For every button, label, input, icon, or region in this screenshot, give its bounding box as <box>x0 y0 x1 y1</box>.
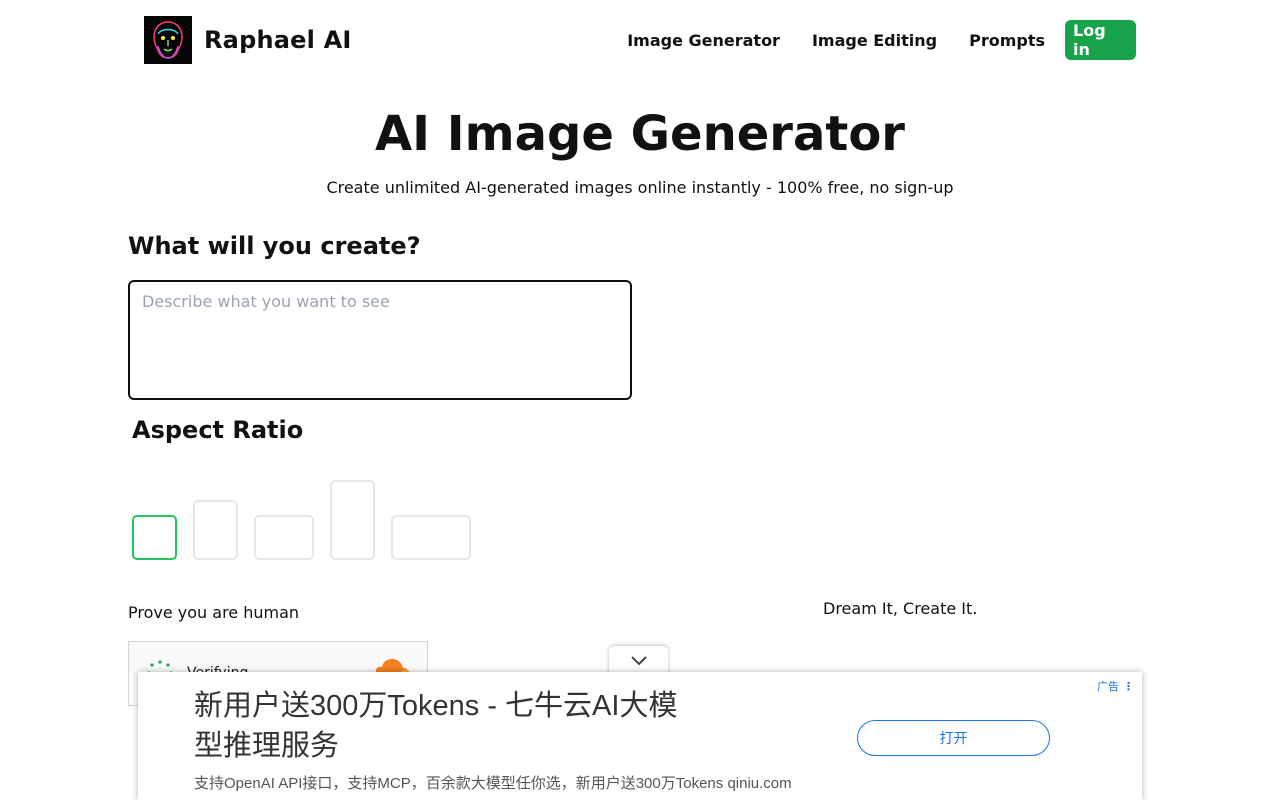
nav-image-editing[interactable]: Image Editing <box>812 31 937 50</box>
ratio-option-portrait[interactable] <box>193 500 238 560</box>
more-options-icon: ⋮ <box>1123 679 1134 693</box>
chevron-down-icon <box>630 656 647 666</box>
ad-banner: 广告 ⋮ 新用户送300万Tokens - 七牛云AI大模型推理服务 支持Ope… <box>138 672 1142 800</box>
ratio-option-landscape[interactable] <box>254 515 314 560</box>
ad-title[interactable]: 新用户送300万Tokens - 七牛云AI大模型推理服务 <box>194 686 694 766</box>
ratio-option-wide[interactable] <box>391 515 471 560</box>
prompt-input[interactable] <box>128 280 632 400</box>
ad-badge-label: 广告 <box>1097 680 1119 693</box>
tagline: Dream It, Create It. <box>823 599 978 618</box>
ad-description: 支持OpenAI API接口，支持MCP，百余款大模型任你选，新用户送300万T… <box>194 775 792 792</box>
logo-link[interactable]: Raphael AI <box>144 16 352 64</box>
create-heading: What will you create? <box>128 232 421 260</box>
captcha-label: Prove you are human <box>128 603 300 622</box>
login-button[interactable]: Log in <box>1065 20 1136 60</box>
ratio-option-square[interactable] <box>132 515 177 560</box>
site-header: Raphael AI Image Generator Image Editing… <box>0 0 1280 80</box>
page-subtitle: Create unlimited AI-generated images onl… <box>326 178 954 197</box>
brand-name: Raphael AI <box>204 26 352 54</box>
logo-image <box>144 16 192 64</box>
ad-choices-badge[interactable]: 广告 ⋮ <box>1097 678 1134 694</box>
ratio-option-tall[interactable] <box>330 480 375 560</box>
ad-open-button[interactable]: 打开 <box>857 720 1050 756</box>
nav-image-generator[interactable]: Image Generator <box>627 31 780 50</box>
main-nav: Image Generator Image Editing Prompts Lo… <box>627 20 1136 60</box>
page-title: AI Image Generator <box>375 106 905 162</box>
aspect-ratio-heading: Aspect Ratio <box>132 416 304 444</box>
nav-prompts[interactable]: Prompts <box>969 31 1045 50</box>
